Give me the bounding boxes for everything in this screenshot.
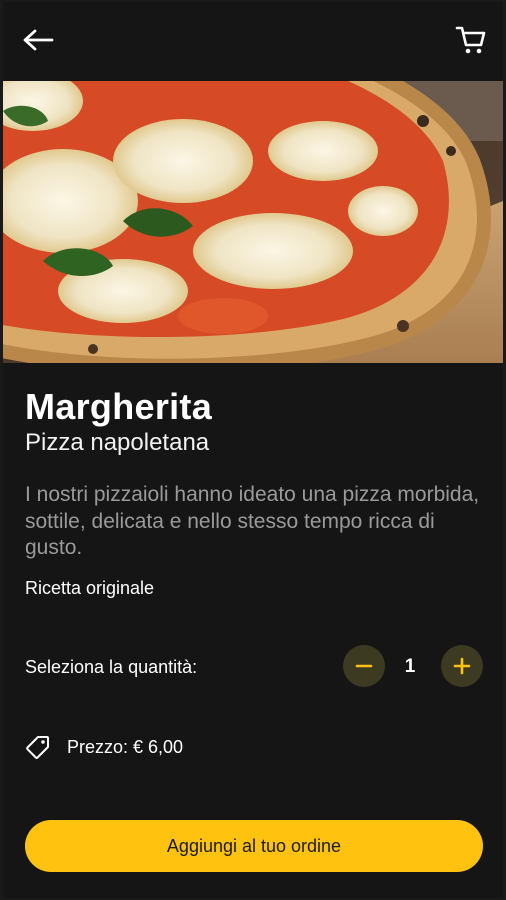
product-description: I nostri pizzaioli hanno ideato una pizz…	[25, 483, 480, 559]
quantity-value: 1	[404, 656, 416, 677]
price-tag-icon	[26, 736, 49, 759]
product-category: Pizza napoletana	[25, 429, 210, 456]
arrow-left-icon	[23, 29, 54, 51]
quantity-label: Seleziona la quantità:	[25, 657, 198, 677]
product-image	[3, 81, 503, 363]
recipe-label: Ricetta originale	[25, 578, 155, 598]
decrease-quantity-button[interactable]	[343, 645, 385, 687]
increase-quantity-button[interactable]	[441, 645, 483, 687]
app-bar	[3, 2, 503, 78]
price-text: Prezzo: € 6,00	[67, 736, 184, 757]
add-to-order-button[interactable]: Aggiungi al tuo ordine	[25, 820, 483, 872]
shopping-cart-icon	[455, 26, 486, 54]
back-button[interactable]	[18, 20, 58, 60]
product-title: Margherita	[25, 386, 213, 427]
minus-icon	[355, 664, 373, 668]
product-detail-screen: Margherita Pizza napoletana I nostri piz…	[3, 2, 503, 898]
plus-icon	[453, 657, 471, 675]
cart-button[interactable]	[451, 20, 491, 60]
price-row: Prezzo: € 6,00	[25, 732, 183, 762]
